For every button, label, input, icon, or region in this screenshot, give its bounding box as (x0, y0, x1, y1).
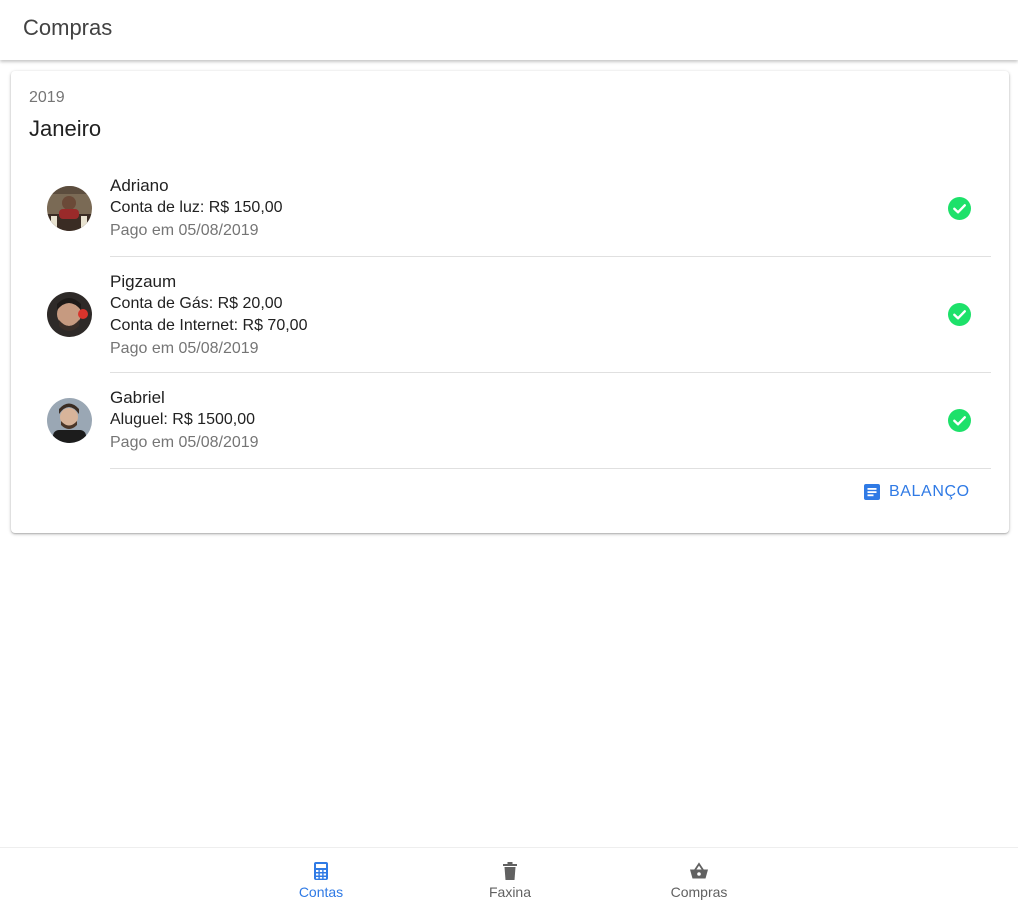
bottom-navigation: Contas Faxina Compras (0, 847, 1018, 910)
divider (110, 256, 991, 257)
avatar (47, 186, 92, 231)
trash-icon (503, 862, 517, 880)
card-year: 2019 (29, 89, 65, 106)
item-paid-date: Pago em 05/08/2019 (110, 434, 259, 451)
item-name: Adriano (110, 176, 169, 195)
paid-check-icon[interactable] (948, 197, 971, 220)
avatar (47, 292, 92, 337)
item-bill: Conta de luz: R$ 150,00 (110, 199, 283, 216)
nav-label-faxina: Faxina (488, 884, 532, 900)
card-month: Janeiro (29, 116, 102, 141)
item-name: Gabriel (110, 388, 165, 407)
nav-label-compras: Compras (670, 884, 728, 900)
paid-check-icon[interactable] (948, 409, 971, 432)
item-bill: Conta de Internet: R$ 70,00 (110, 317, 308, 334)
basket-icon (690, 862, 708, 879)
month-card: 2019 Janeiro Adriano Conta de luz: R$ 15… (11, 71, 1009, 533)
item-paid-date: Pago em 05/08/2019 (110, 340, 259, 357)
calculator-icon (314, 862, 328, 880)
item-bill: Conta de Gás: R$ 20,00 (110, 295, 283, 312)
nav-label-contas: Contas (298, 884, 344, 900)
item-bill: Aluguel: R$ 1500,00 (110, 411, 255, 428)
item-paid-date: Pago em 05/08/2019 (110, 222, 259, 239)
item-text: Pigzaum Conta de Gás: R$ 20,00 Conta de … (110, 271, 307, 360)
balanco-button[interactable]: BALANÇO (855, 476, 985, 508)
item-text: Adriano Conta de luz: R$ 150,00 Pago em … (110, 175, 283, 242)
divider (110, 372, 991, 373)
document-icon (864, 484, 880, 500)
app-bar: Compras (0, 0, 1018, 60)
item-text: Gabriel Aluguel: R$ 1500,00 Pago em 05/0… (110, 387, 259, 454)
paid-check-icon[interactable] (948, 303, 971, 326)
avatar (47, 398, 92, 443)
nav-item-compras[interactable]: Compras (639, 848, 759, 911)
item-name: Pigzaum (110, 272, 177, 291)
nav-item-faxina[interactable]: Faxina (450, 848, 570, 911)
page-title: Compras (23, 15, 113, 40)
nav-item-contas[interactable]: Contas (261, 848, 381, 911)
balanco-label: BALANÇO (889, 483, 970, 500)
divider (110, 468, 991, 469)
